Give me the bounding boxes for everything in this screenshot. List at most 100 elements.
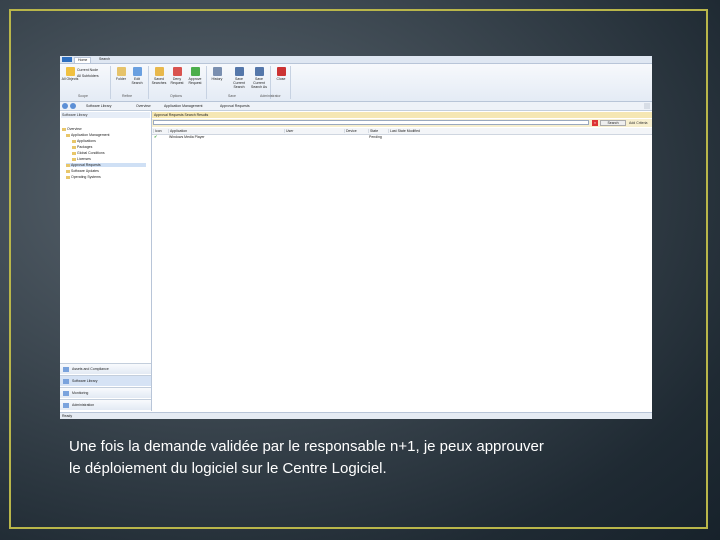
folder-icon xyxy=(66,163,70,167)
current-node-option[interactable]: Current Node xyxy=(77,68,98,72)
approve-request-button[interactable]: Approve Request xyxy=(186,67,204,85)
tree-item-label: Applications xyxy=(77,139,96,143)
cell-application: Windows Media Player xyxy=(169,135,205,139)
ribbon-group-scope: Scope xyxy=(78,94,88,98)
app-menu-button[interactable] xyxy=(62,57,72,62)
search-bar: × Search Add Criteria xyxy=(152,119,652,127)
clear-search-icon[interactable]: × xyxy=(592,120,598,126)
navigation-pane-header: Software Library xyxy=(61,112,150,118)
tree-item-label: Overview xyxy=(67,127,82,131)
search-button[interactable]: Search xyxy=(600,120,626,126)
table-row[interactable]: ✔ Windows Media Player Pending xyxy=(152,135,652,140)
ribbon-group-administrator: Administrator xyxy=(260,94,281,98)
address-bar: Software Library Overview Application Ma… xyxy=(60,102,652,111)
check-icon: ✔ xyxy=(154,134,158,139)
tree-item-label: Approval Requests xyxy=(71,163,101,167)
deny-icon xyxy=(172,67,182,76)
library-icon xyxy=(63,379,69,384)
history-label: History xyxy=(211,77,223,81)
folder-label: Folder xyxy=(116,77,126,81)
save-current-search-label: Save Current Search xyxy=(233,77,245,89)
tree-item-approval-requests[interactable]: Approval Requests xyxy=(66,163,146,167)
tree-item-application-management[interactable]: Application Management xyxy=(66,133,110,137)
tree-item-label: Global Conditions xyxy=(77,151,105,155)
workspace-monitoring[interactable]: Monitoring xyxy=(60,387,151,398)
deny-request-button[interactable]: Deny Request xyxy=(168,67,186,85)
saved-searches-icon xyxy=(154,67,164,76)
column-header[interactable]: Device xyxy=(344,129,357,133)
breadcrumb-item[interactable]: Software Library xyxy=(86,104,111,108)
tree-item-label: Licenses xyxy=(77,157,91,161)
workspace-administration[interactable]: Administration xyxy=(60,399,151,410)
tree-item-overview[interactable]: Overview xyxy=(62,127,82,131)
status-bar: Ready xyxy=(60,412,652,419)
tree-item-global-conditions[interactable]: Global Conditions xyxy=(72,151,105,155)
close-icon xyxy=(276,67,286,76)
workspace-label: Software Library xyxy=(72,379,98,383)
approve-request-label: Approve Request xyxy=(188,77,202,85)
column-header[interactable]: Last State Modified xyxy=(388,129,420,133)
refresh-icon[interactable] xyxy=(644,103,650,109)
tree-item-operating-systems[interactable]: Operating Systems xyxy=(66,175,101,179)
breadcrumb-item[interactable]: Approval Requests xyxy=(220,104,250,108)
edit-search-label: Edit Search xyxy=(131,77,143,85)
all-objects-icon xyxy=(65,67,75,76)
tab-search[interactable]: Search xyxy=(96,57,113,62)
title-bar: Home Search xyxy=(60,56,652,64)
workspace-assets[interactable]: Assets and Compliance xyxy=(60,363,151,374)
close-label: Close xyxy=(276,77,286,81)
assets-icon xyxy=(63,367,69,372)
workspace-label: Monitoring xyxy=(72,391,89,395)
folder-icon xyxy=(72,139,76,143)
workspace-label: Administration xyxy=(72,403,95,407)
folder-icon xyxy=(72,145,76,149)
tab-home[interactable]: Home xyxy=(74,57,92,63)
table-header: Icon Application User Device State Last … xyxy=(152,128,652,135)
save-current-search-button[interactable]: Save Current Search xyxy=(230,67,248,89)
back-icon[interactable] xyxy=(62,103,68,109)
caption-line-2: le déploiement du logiciel sur le Centre… xyxy=(69,460,387,477)
deny-request-label: Deny Request xyxy=(170,77,184,85)
navigation-pane: Software Library Overview Application Ma… xyxy=(60,111,152,411)
folder-icon xyxy=(66,175,70,179)
administration-icon xyxy=(63,403,69,408)
folder-icon xyxy=(72,151,76,155)
ribbon-separator xyxy=(206,66,207,99)
ribbon-separator xyxy=(110,66,111,99)
tree-item-packages[interactable]: Packages xyxy=(72,145,92,149)
monitoring-icon xyxy=(63,391,69,396)
history-button[interactable]: History xyxy=(208,67,226,81)
add-criteria-link[interactable]: Add Criteria xyxy=(629,121,647,125)
ribbon-group-save: Save xyxy=(228,94,236,98)
breadcrumb-item[interactable]: Application Management xyxy=(164,104,203,108)
all-subfolders-option[interactable]: All Subfolders xyxy=(77,74,99,78)
workspace-label: Assets and Compliance xyxy=(72,367,109,371)
breadcrumb-item[interactable]: Overview xyxy=(136,104,151,108)
slide-caption: Une fois la demande validée par le respo… xyxy=(69,436,669,480)
tree-item-label: Application Management xyxy=(71,133,110,137)
tree-item-label: Packages xyxy=(77,145,93,149)
tree-item-licenses[interactable]: Licenses xyxy=(72,157,91,161)
search-input[interactable] xyxy=(153,120,589,125)
save-current-search-as-label: Save Current Search As xyxy=(251,77,267,89)
tree-item-applications[interactable]: Applications xyxy=(72,139,96,143)
saved-searches-button[interactable]: Saved Searches xyxy=(150,67,168,85)
tree-item-software-updates[interactable]: Software Updates xyxy=(66,169,99,173)
folder-icon xyxy=(62,127,66,131)
column-header[interactable]: Application xyxy=(168,129,187,133)
ribbon-separator xyxy=(148,66,149,99)
edit-search-icon xyxy=(132,67,142,76)
forward-icon[interactable] xyxy=(70,103,76,109)
folder-icon xyxy=(72,157,76,161)
ribbon-group-options: Options xyxy=(170,94,183,98)
close-button[interactable]: Close xyxy=(272,67,290,81)
column-header[interactable]: State xyxy=(368,129,378,133)
results-header: Approval Requests Search Results xyxy=(152,112,652,118)
column-header[interactable]: User xyxy=(284,129,293,133)
approve-icon xyxy=(190,67,200,76)
edit-search-button[interactable]: Edit Search xyxy=(128,67,146,85)
sccm-console-screenshot: Home Search All Objects Current Node All… xyxy=(60,56,652,419)
save-current-search-as-button[interactable]: Save Current Search As xyxy=(250,67,268,89)
workspace-software-library[interactable]: Software Library xyxy=(60,375,151,386)
column-header[interactable]: Icon xyxy=(153,129,162,133)
